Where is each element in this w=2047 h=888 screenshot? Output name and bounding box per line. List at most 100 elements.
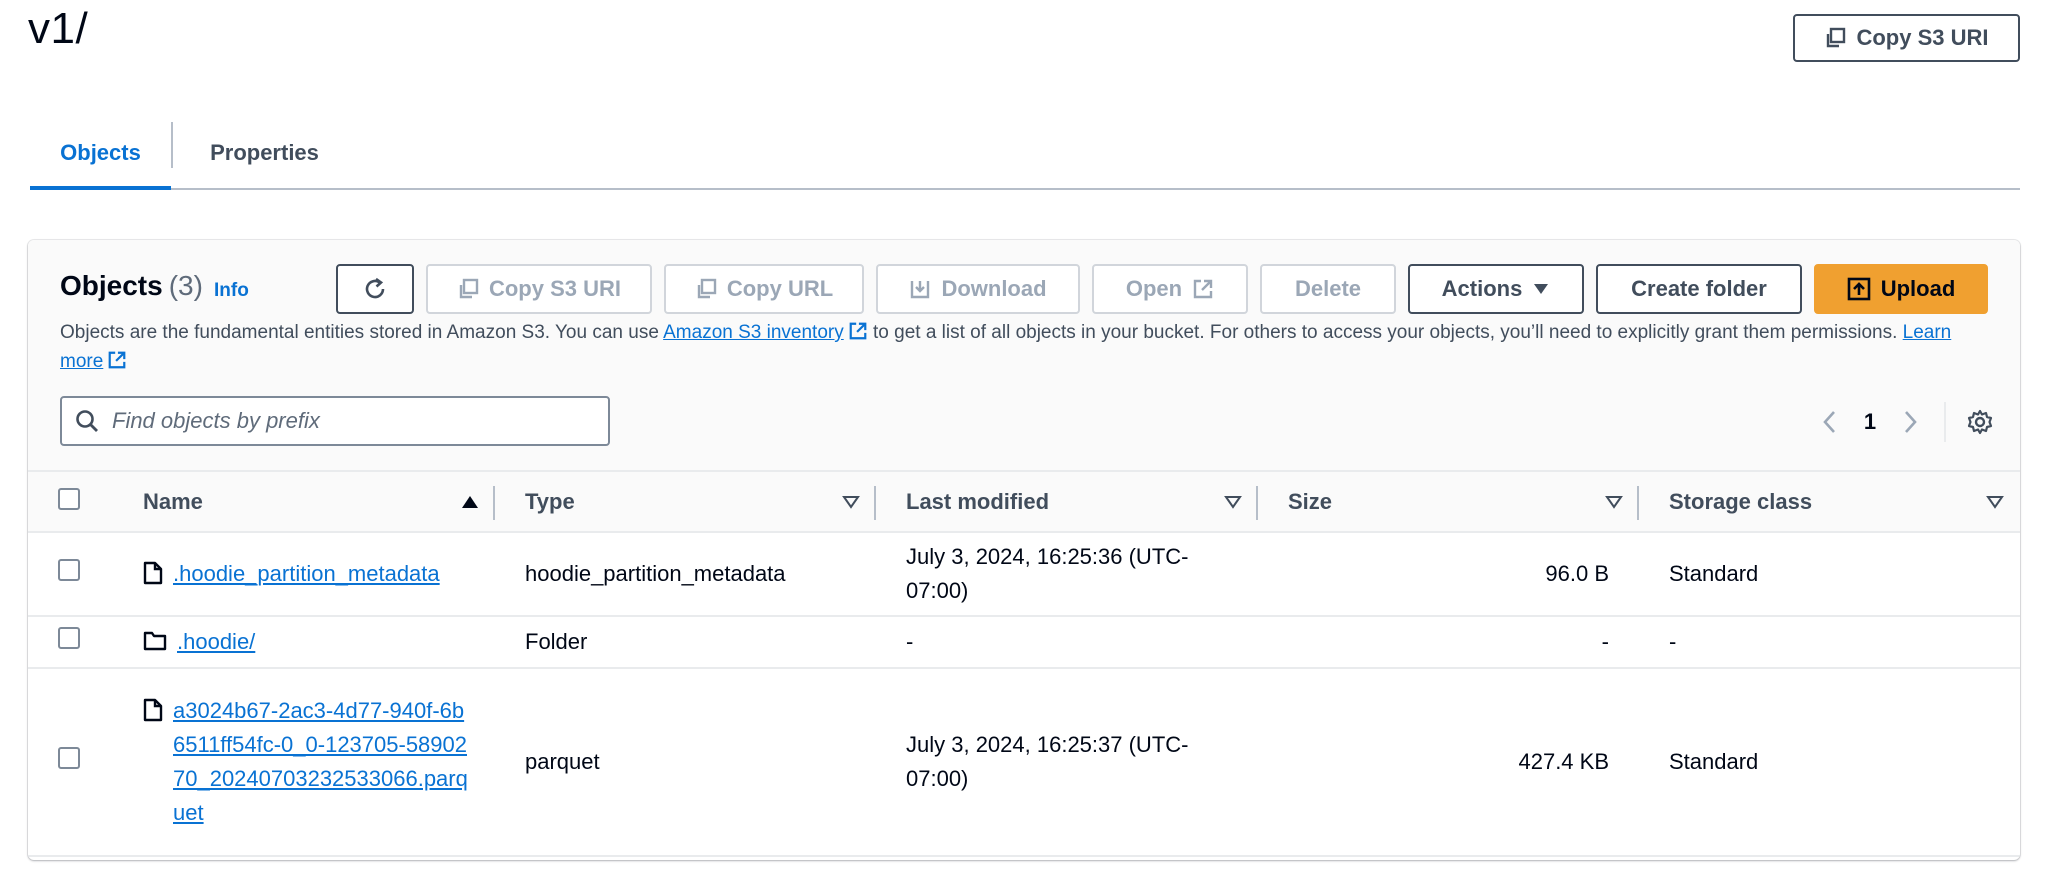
- objects-container: Objects (3) Info Copy S3 URI Copy URL Do…: [28, 240, 2020, 860]
- open-label: Open: [1125, 276, 1183, 301]
- external-link-icon: [848, 321, 868, 349]
- object-name-link[interactable]: .hoodie/: [177, 625, 255, 659]
- file-icon: [143, 698, 163, 722]
- s3-inventory-link-label: Amazon S3 inventory: [663, 322, 844, 343]
- s3-inventory-link[interactable]: Amazon S3 inventory: [663, 322, 844, 343]
- table-row: .hoodie_partition_metadata hoodie_partit…: [28, 532, 2020, 617]
- create-folder-button[interactable]: Create folder: [1596, 264, 1802, 314]
- search-input[interactable]: [110, 407, 570, 435]
- copy-s3-uri-label: Copy S3 URI: [488, 276, 622, 301]
- header-copy-s3-uri-label: Copy S3 URI: [1856, 25, 1989, 50]
- pager-divider: [1944, 402, 1946, 442]
- column-header-name-label: Name: [143, 488, 203, 514]
- copy-icon: [695, 278, 717, 300]
- chevron-right-icon[interactable]: [1890, 402, 1930, 442]
- last-modified-cell: July 3, 2024, 16:25:36 (UTC-07:00): [876, 532, 1258, 617]
- objects-table: Name Type Last modified Size Storage cla…: [28, 472, 2020, 857]
- select-all-checkbox[interactable]: [58, 487, 80, 510]
- objects-heading: Objects (3): [60, 270, 203, 302]
- sort-ascending-icon[interactable]: [461, 495, 479, 509]
- sort-caret-down-icon[interactable]: [1605, 495, 1623, 509]
- size-cell: -: [1258, 616, 1639, 669]
- description-text-1: Objects are the fundamental entities sto…: [60, 322, 664, 343]
- copy-url-label: Copy URL: [726, 276, 834, 301]
- copy-url-button[interactable]: Copy URL: [664, 264, 864, 314]
- object-name-link[interactable]: .hoodie_partition_metadata: [173, 557, 440, 591]
- type-cell: hoodie_partition_metadata: [495, 532, 876, 617]
- objects-description: Objects are the fundamental entities sto…: [60, 320, 1990, 378]
- objects-heading-title: Objects: [60, 270, 163, 301]
- delete-button[interactable]: Delete: [1260, 264, 1396, 314]
- copy-icon: [1824, 27, 1846, 49]
- search-icon: [74, 408, 100, 434]
- column-header-type[interactable]: Type: [495, 472, 876, 533]
- column-header-storage-class-label: Storage class: [1669, 488, 1813, 514]
- column-header-last-modified-label: Last modified: [906, 488, 1050, 514]
- select-all-header: [28, 472, 113, 533]
- storage-class-cell: -: [1639, 616, 2020, 669]
- chevron-left-icon[interactable]: [1810, 402, 1850, 442]
- page-title: v1/: [28, 4, 89, 53]
- type-cell: parquet: [495, 668, 876, 857]
- current-page-number[interactable]: 1: [1850, 409, 1890, 435]
- column-header-storage-class[interactable]: Storage class: [1639, 472, 2020, 533]
- column-header-name[interactable]: Name: [113, 472, 495, 533]
- delete-label: Delete: [1294, 276, 1362, 301]
- row-select-cell: [28, 668, 113, 857]
- external-link-icon: [107, 350, 127, 378]
- header-copy-s3-uri-button[interactable]: Copy S3 URI: [1793, 14, 2020, 62]
- gear-icon[interactable]: [1960, 402, 2000, 442]
- objects-actions: Copy S3 URI Copy URL Download Open Delet…: [336, 264, 1988, 314]
- upload-button[interactable]: Upload: [1814, 264, 1988, 314]
- create-folder-label: Create folder: [1631, 276, 1767, 301]
- last-modified-cell: -: [876, 616, 1258, 669]
- search-box: [60, 396, 610, 446]
- name-cell: a3024b67-2ac3-4d77-940f-6b6511ff54fc-0_0…: [113, 668, 495, 857]
- tab-properties[interactable]: Properties: [173, 118, 356, 188]
- table-header-row: Name Type Last modified Size Storage cla…: [28, 472, 2020, 533]
- sort-caret-down-icon[interactable]: [1224, 495, 1242, 509]
- column-header-size[interactable]: Size: [1258, 472, 1639, 533]
- storage-class-cell: Standard: [1639, 532, 2020, 617]
- info-link[interactable]: Info: [214, 280, 249, 302]
- row-checkbox[interactable]: [58, 627, 80, 649]
- copy-s3-uri-button[interactable]: Copy S3 URI: [426, 264, 652, 314]
- actions-label: Actions: [1441, 276, 1523, 301]
- download-icon: [909, 278, 931, 300]
- column-header-type-label: Type: [525, 488, 575, 514]
- size-cell: 427.4 KB: [1258, 668, 1639, 857]
- sort-caret-down-icon[interactable]: [1986, 495, 2004, 509]
- caret-down-icon: [1532, 282, 1550, 296]
- name-cell: .hoodie/: [113, 616, 495, 669]
- copy-icon: [457, 278, 479, 300]
- row-checkbox[interactable]: [58, 559, 80, 581]
- column-header-last-modified[interactable]: Last modified: [876, 472, 1258, 533]
- actions-dropdown-button[interactable]: Actions: [1408, 264, 1584, 314]
- file-icon: [143, 561, 163, 585]
- objects-container-header: Objects (3) Info Copy S3 URI Copy URL Do…: [28, 240, 2020, 472]
- object-name-link[interactable]: a3024b67-2ac3-4d77-940f-6b6511ff54fc-0_0…: [173, 694, 473, 830]
- row-select-cell: [28, 616, 113, 669]
- column-header-size-label: Size: [1288, 488, 1333, 514]
- download-label: Download: [941, 276, 1047, 301]
- table-row: .hoodie/ Folder - - -: [28, 616, 2020, 669]
- refresh-button[interactable]: [336, 264, 414, 314]
- description-text-2: to get a list of all objects in your buc…: [867, 322, 1903, 343]
- pagination: 1: [1810, 402, 2000, 442]
- row-select-cell: [28, 532, 113, 617]
- name-cell: .hoodie_partition_metadata: [113, 532, 495, 617]
- row-checkbox[interactable]: [58, 747, 80, 769]
- download-button[interactable]: Download: [876, 264, 1080, 314]
- type-cell: Folder: [495, 616, 876, 669]
- table-row: a3024b67-2ac3-4d77-940f-6b6511ff54fc-0_0…: [28, 668, 2020, 857]
- last-modified-cell: July 3, 2024, 16:25:37 (UTC-07:00): [876, 668, 1258, 857]
- size-cell: 96.0 B: [1258, 532, 1639, 617]
- sort-caret-down-icon[interactable]: [842, 495, 860, 509]
- refresh-icon: [362, 276, 388, 302]
- external-link-icon: [1192, 278, 1214, 300]
- tab-objects[interactable]: Objects: [30, 118, 171, 190]
- objects-count: (3): [168, 270, 203, 301]
- open-button[interactable]: Open: [1092, 264, 1248, 314]
- tab-list: Objects Properties: [30, 118, 2020, 190]
- storage-class-cell: Standard: [1639, 668, 2020, 857]
